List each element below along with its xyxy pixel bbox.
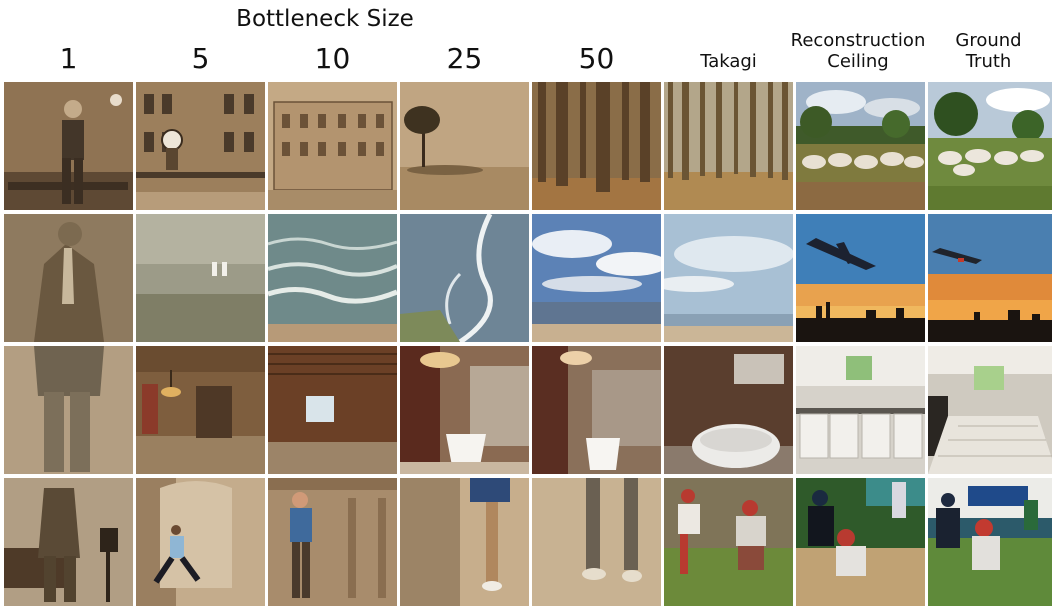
sepia-suit-image [4, 214, 133, 342]
tile-r1-c8 [928, 82, 1052, 210]
tile-r2-c4 [400, 214, 529, 342]
legs-feet-image [532, 478, 661, 606]
tile-r3-c4 [400, 346, 529, 474]
tile-r1-c5 [532, 82, 661, 210]
col-header-reconstruction-line2: Ceiling [827, 51, 889, 72]
ocean-waves-image [268, 214, 397, 342]
feet-in-grass-image [136, 214, 265, 342]
tile-r1-c2 [136, 82, 265, 210]
tile-r2-c8 [928, 214, 1052, 342]
tile-r4-c4 [400, 478, 529, 606]
tile-r3-c7 [796, 346, 925, 474]
tile-r3-c2 [136, 346, 265, 474]
tile-r1-c1 [4, 82, 133, 210]
sepia-suit-pants-image [4, 346, 133, 474]
cows-meadow-truth-image [928, 82, 1052, 210]
tile-r3-c1 [4, 346, 133, 474]
bathroom-tub-2-image [532, 346, 661, 474]
tile-r2-c1 [4, 214, 133, 342]
col-header-1: 1 [59, 42, 78, 75]
sepia-building-sketch-image [268, 82, 397, 210]
man-running-hall-image [136, 478, 265, 606]
legs-by-wall-image [400, 478, 529, 606]
sepia-man-camera-image [4, 478, 133, 606]
col-header-reconstruction-line1: Reconstruction [790, 30, 926, 51]
tile-r4-c3 [268, 478, 397, 606]
tile-r2-c7 [796, 214, 925, 342]
tile-r4-c7 [796, 478, 925, 606]
tile-r1-c3 [268, 82, 397, 210]
col-header-50: 50 [578, 42, 615, 75]
bathroom-tub-image [400, 346, 529, 474]
forest-trunks-takagi-image [664, 82, 793, 210]
sea-cloudy-sky-image [532, 214, 661, 342]
airplane-sunset-truth-image [928, 214, 1052, 342]
man-standing-hall-image [268, 478, 397, 606]
baseball-catcher-recon-image [796, 478, 925, 606]
tile-r3-c5 [532, 346, 661, 474]
tile-r4-c8 [928, 478, 1052, 606]
tile-r2-c2 [136, 214, 265, 342]
col-header-ground-truth: Ground Truth [924, 30, 1052, 72]
tile-r1-c7 [796, 82, 925, 210]
lone-tree-field-image [400, 82, 529, 210]
tile-r4-c2 [136, 478, 265, 606]
tile-r4-c6 [664, 478, 793, 606]
bathroom-tub-closeup-image [664, 346, 793, 474]
baseball-pitch-truth-image [928, 478, 1052, 606]
cows-meadow-recon-image [796, 82, 925, 210]
sepia-man-image [4, 82, 133, 210]
tile-r2-c5 [532, 214, 661, 342]
col-header-25: 25 [446, 42, 483, 75]
tile-r3-c3 [268, 346, 397, 474]
col-header-10: 10 [314, 42, 351, 75]
col-header-ground-line2: Truth [965, 51, 1012, 72]
col-header-reconstruction-ceiling: Reconstruction Ceiling [785, 30, 931, 72]
tile-r1-c4 [400, 82, 529, 210]
tile-r4-c1 [4, 478, 133, 606]
wooden-room-window-image [268, 346, 397, 474]
sepia-building-clock-image [136, 82, 265, 210]
tile-r2-c3 [268, 214, 397, 342]
col-header-takagi: Takagi [700, 51, 757, 72]
tile-r2-c6 [664, 214, 793, 342]
image-grid [4, 82, 1052, 606]
tile-r4-c5 [532, 478, 661, 606]
sea-pale-sky-image [664, 214, 793, 342]
col-header-ground-line1: Ground [955, 30, 1022, 51]
kitchen-white-recon-image [796, 346, 925, 474]
tile-r3-c8 [928, 346, 1052, 474]
baseball-players-image [664, 478, 793, 606]
airplane-sunset-recon-image [796, 214, 925, 342]
tile-r3-c6 [664, 346, 793, 474]
forest-trunks-image [532, 82, 661, 210]
surf-shoreline-image [400, 214, 529, 342]
wooden-room-chandelier-image [136, 346, 265, 474]
tile-r1-c6 [664, 82, 793, 210]
col-header-5: 5 [191, 42, 210, 75]
kitchen-tiled-truth-image [928, 346, 1052, 474]
figure-supertitle: Bottleneck Size [236, 6, 414, 32]
